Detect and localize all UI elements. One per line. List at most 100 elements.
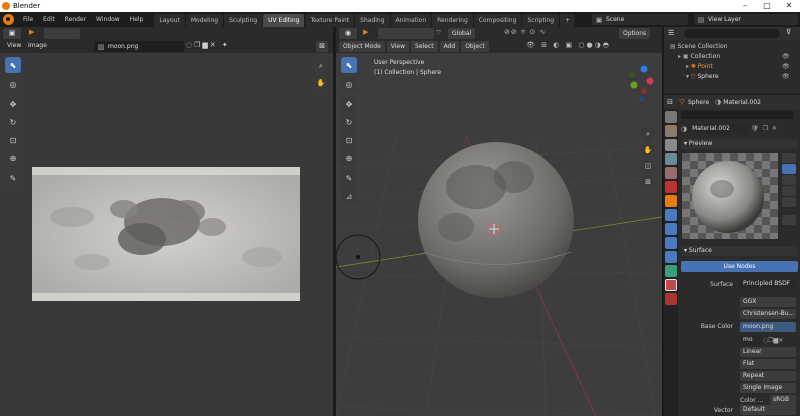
preview-cube-icon[interactable] (782, 175, 796, 185)
image-actions-icons[interactable]: ◌❐▆✕ ✦ (186, 41, 230, 49)
tab-scripting[interactable]: Scripting (522, 13, 560, 27)
physics-tab-icon[interactable] (665, 237, 677, 249)
uv-menu-view[interactable]: View (7, 42, 21, 49)
vp-move-icon[interactable]: ✥ (341, 96, 357, 112)
subsurface-method-dropdown[interactable]: Christensen-Bu... (740, 309, 796, 319)
options-button[interactable]: Options (619, 28, 651, 39)
menu-window[interactable]: Window (91, 12, 125, 27)
tab-uv-editing[interactable]: UV Editing (263, 13, 305, 27)
material-name-field[interactable]: Material.002 (689, 123, 750, 134)
properties-type-icon[interactable]: ⊟ (664, 98, 676, 106)
vp-rotate-icon[interactable]: ↻ (341, 114, 357, 130)
filter-icon[interactable]: ⊽ (786, 28, 791, 36)
vp-pan-icon[interactable]: ✋ (641, 143, 655, 157)
outliner-search-input[interactable] (684, 29, 780, 38)
interpolation-dropdown[interactable]: Linear (740, 347, 796, 357)
tab-modeling[interactable]: Modeling (185, 13, 224, 27)
texture-tab-icon[interactable] (665, 293, 677, 305)
cursor-icon[interactable]: ◎ (5, 76, 21, 92)
color-space-dropdown[interactable]: sRGB (770, 395, 796, 405)
image-texture-field[interactable]: mo (740, 335, 762, 345)
vp-scale-icon[interactable]: ⊡ (341, 132, 357, 148)
visibility-eye-icons[interactable]: 👁 👁 👁 (782, 52, 790, 82)
add-workspace-button[interactable]: + (560, 13, 576, 27)
maximize-button[interactable]: □ (756, 0, 778, 12)
surface-shader-dropdown[interactable]: Principled BSDF (740, 279, 796, 289)
tab-animation[interactable]: Animation (390, 13, 432, 27)
image-selector[interactable]: ▨ moon.png (94, 41, 184, 52)
viewport-select-mode[interactable] (378, 28, 434, 39)
3d-viewport[interactable]: ◉ ▶ ⤧ Global ⊘⊘ ⌾ ⊙ ∿ Options Object Mod… (336, 27, 662, 416)
material-browse-icon[interactable]: ◑ (681, 125, 687, 133)
tab-layout[interactable]: Layout (154, 13, 185, 27)
modifier-tab-icon[interactable] (665, 209, 677, 221)
navigation-gizmo[interactable] (618, 59, 658, 109)
scene-tab-icon[interactable] (665, 167, 677, 179)
viewport-menu-view[interactable]: View (386, 41, 410, 52)
select-tool-icon[interactable]: ⬉ (5, 57, 21, 73)
tool-tab-icon[interactable] (665, 111, 677, 123)
menu-help[interactable]: Help (125, 12, 149, 27)
pan-hand-icon[interactable]: ✋ (314, 76, 328, 90)
material-tab-icon[interactable] (665, 279, 677, 291)
outliner-type-icon[interactable]: ☰ (668, 29, 674, 37)
vp-measure-icon[interactable]: ⊿ (341, 188, 357, 204)
data-tab-icon[interactable] (665, 265, 677, 277)
breadcrumb-object[interactable]: Sphere (688, 99, 709, 106)
source-dropdown[interactable]: Single Image (740, 383, 796, 393)
move-icon[interactable]: ✥ (5, 96, 21, 112)
editor-type-icon[interactable]: ▣ (3, 28, 21, 39)
particles-tab-icon[interactable] (665, 223, 677, 235)
image-texture-selector[interactable]: mo ◌❐▆✕ (740, 335, 796, 345)
annotate-icon[interactable]: ✎ (5, 170, 21, 186)
surface-panel-header[interactable]: ▾ Surface (681, 246, 798, 256)
scene-selector[interactable]: ▣ Scene (592, 14, 688, 25)
minimize-button[interactable]: – (734, 0, 756, 12)
camera-icon[interactable]: ◫ (641, 159, 655, 173)
transform-orientation[interactable]: ⤧ Global (436, 28, 476, 39)
menu-render[interactable]: Render (60, 12, 91, 27)
transform-icon[interactable]: ⊕ (5, 150, 21, 166)
viewport-menu-object[interactable]: Object (461, 41, 489, 52)
tab-texture-paint[interactable]: Texture Paint (305, 13, 355, 27)
constraints-tab-icon[interactable] (665, 251, 677, 263)
preview-hair-icon[interactable] (782, 186, 796, 196)
use-nodes-button[interactable]: Use Nodes (681, 261, 798, 272)
tab-sculpting[interactable]: Sculpting (224, 13, 263, 27)
view-layer-selector[interactable]: ▤ View Layer (694, 14, 798, 25)
shading-icons[interactable]: 👁 ⊞ ◐ ▣ ○●◑◓ (526, 41, 611, 49)
outliner-sphere[interactable]: ▾ ▽ Sphere (686, 71, 719, 82)
vp-cursor-icon[interactable]: ◎ (341, 76, 357, 92)
viewport-menu-select[interactable]: Select (411, 41, 438, 52)
material-selector[interactable]: ◑ Material.002 🛡 ❐ ✕ (681, 123, 794, 134)
menu-edit[interactable]: Edit (38, 12, 60, 27)
tab-compositing[interactable]: Compositing (473, 13, 522, 27)
projection-dropdown[interactable]: Flat (740, 359, 796, 369)
uv-overlay-icon[interactable]: ⊠ (316, 41, 328, 52)
vp-zoom-icon[interactable]: ⌕ (641, 127, 655, 141)
vp-select-tool-icon[interactable]: ⬉ (341, 57, 357, 73)
output-tab-icon[interactable] (665, 139, 677, 151)
preview-shaderball-icon[interactable] (782, 197, 796, 207)
vp-transform-icon[interactable]: ⊕ (341, 150, 357, 166)
viewport-menu-add[interactable]: Add (439, 41, 460, 52)
viewport-cursor-icon[interactable]: ▶ (363, 28, 368, 36)
object-mode-dropdown[interactable]: Object Mode (339, 41, 385, 52)
cursor-tool-icon[interactable]: ▶ (29, 28, 34, 36)
render-tab-icon[interactable] (665, 125, 677, 137)
preview-sphere-icon[interactable] (782, 164, 796, 174)
tab-shading[interactable]: Shading (355, 13, 390, 27)
image-texture-actions-icons[interactable]: ◌❐▆✕ (763, 337, 783, 344)
blender-menu-icon[interactable] (3, 14, 14, 25)
distribution-dropdown[interactable]: GGX (740, 297, 796, 307)
grid-icon[interactable]: ⊞ (641, 175, 655, 189)
extension-dropdown[interactable]: Repeat (740, 371, 796, 381)
material-slots-list[interactable] (681, 111, 794, 119)
close-button[interactable]: ✕ (778, 0, 800, 12)
world-tab-icon[interactable] (665, 181, 677, 193)
vp-annotate-icon[interactable]: ✎ (341, 170, 357, 186)
object-tab-icon[interactable] (665, 195, 677, 207)
base-color-texture[interactable]: moon.png (740, 322, 796, 332)
preview-panel-header[interactable]: ▾ Preview (681, 139, 798, 149)
rotate-icon[interactable]: ↻ (5, 114, 21, 130)
